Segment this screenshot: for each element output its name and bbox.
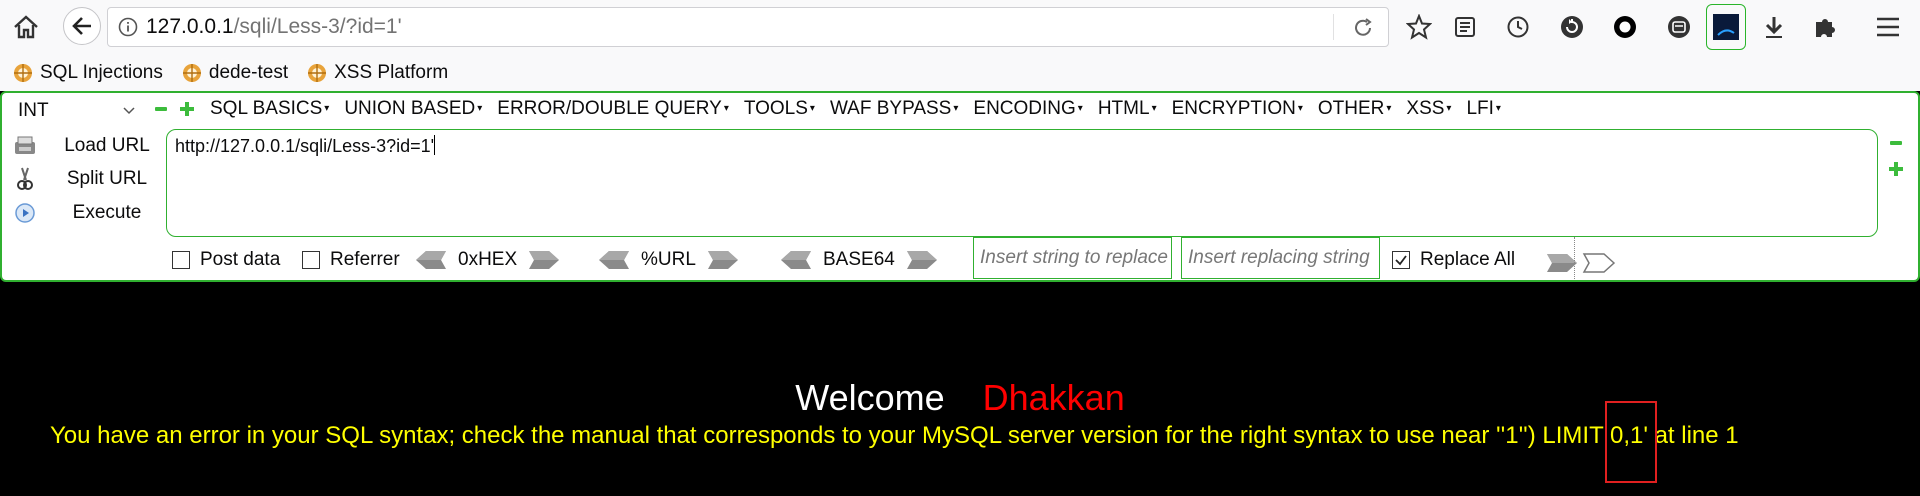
- menu-other[interactable]: OTHER: [1318, 98, 1392, 120]
- menu-sql-basics[interactable]: SQL BASICS: [210, 98, 329, 120]
- right-arrow-icon[interactable]: [706, 250, 740, 270]
- replacing-string-placeholder: Insert replacing string: [1188, 247, 1370, 268]
- url-enc-label: %URL: [641, 249, 696, 270]
- checkbox-box-checked[interactable]: [1392, 251, 1410, 269]
- url-textarea[interactable]: http://127.0.0.1/sqli/Less-3?id=1': [166, 129, 1878, 237]
- bookmark-favicon-icon: [182, 64, 201, 82]
- checkbox-box[interactable]: [302, 251, 320, 269]
- page-content: Welcome Dhakkan You have an error in your…: [0, 282, 1920, 496]
- bookmarks-bar: SQL Injections dede-test XSS Platform: [0, 55, 1920, 91]
- checkmark-icon: [1395, 255, 1407, 266]
- url-encoder: %URL: [597, 249, 740, 271]
- home-icon[interactable]: [8, 9, 44, 45]
- replacing-string-input[interactable]: Insert replacing string: [1181, 237, 1380, 279]
- minus-icon[interactable]: [1888, 135, 1904, 151]
- history-icon[interactable]: [1501, 10, 1535, 44]
- hackbar-menu: SQL BASICS UNION BASED ERROR/DOUBLE QUER…: [210, 98, 1516, 120]
- puzzle-icon[interactable]: [1809, 10, 1843, 44]
- sync-icon[interactable]: [1555, 10, 1589, 44]
- bookmark-label: SQL Injections: [40, 62, 163, 83]
- menu-lfi[interactable]: LFI: [1466, 98, 1500, 120]
- execute-button[interactable]: Execute: [12, 198, 162, 228]
- reload-icon[interactable]: [1352, 17, 1374, 39]
- menu-xss[interactable]: XSS: [1406, 98, 1451, 120]
- load-url-button[interactable]: Load URL: [12, 131, 162, 161]
- extension-active-icon[interactable]: [1706, 4, 1746, 50]
- referrer-checkbox[interactable]: Referrer: [302, 249, 400, 271]
- play-icon: [12, 200, 38, 226]
- screenshot-icon[interactable]: [1662, 10, 1696, 44]
- scissors-icon: [12, 166, 38, 192]
- url-textarea-value: http://127.0.0.1/sqli/Less-3?id=1': [175, 136, 435, 156]
- replace-string-input[interactable]: Insert string to replace: [973, 237, 1172, 279]
- base64-encoder: BASE64: [779, 249, 939, 271]
- url-separator: [1333, 14, 1334, 40]
- type-select[interactable]: INT: [12, 99, 142, 123]
- hackbar-options-row: Post data Referrer 0xHEX %URL BASE64 Ins…: [172, 237, 1912, 279]
- welcome-text: Welcome: [795, 377, 945, 418]
- bookmark-favicon-icon: [308, 64, 327, 82]
- load-url-icon: [12, 133, 38, 159]
- url-text[interactable]: 127.0.0.1/sqli/Less-3/?id=1': [146, 15, 402, 39]
- plus-icon[interactable]: [1888, 161, 1904, 177]
- split-url-label: Split URL: [66, 168, 148, 189]
- base64-label: BASE64: [823, 249, 895, 270]
- plus-icon[interactable]: [179, 101, 195, 117]
- menu-tools[interactable]: TOOLS: [744, 98, 815, 120]
- left-arrow-icon[interactable]: [597, 250, 631, 270]
- url-path: /sqli/Less-3/?id=1': [233, 15, 402, 38]
- back-arrow-icon: [72, 17, 91, 35]
- checkbox-box[interactable]: [172, 251, 190, 269]
- right-arrow-icon[interactable]: [905, 250, 939, 270]
- address-bar[interactable]: 127.0.0.1/sqli/Less-3/?id=1': [107, 7, 1389, 47]
- load-url-label: Load URL: [64, 135, 150, 156]
- menu-waf-bypass[interactable]: WAF BYPASS: [830, 98, 958, 120]
- reading-list-icon[interactable]: [1448, 10, 1482, 44]
- right-arrow-icon[interactable]: [527, 250, 561, 270]
- download-icon[interactable]: [1757, 10, 1791, 44]
- back-button[interactable]: [63, 7, 101, 45]
- menu-icon[interactable]: [1871, 10, 1905, 44]
- info-icon[interactable]: [118, 17, 138, 37]
- text-caret: [434, 135, 436, 155]
- options-separator: [1574, 237, 1575, 279]
- left-arrow-icon[interactable]: [414, 250, 448, 270]
- bookmark-favicon-icon: [14, 64, 32, 82]
- split-url-button[interactable]: Split URL: [12, 164, 162, 194]
- circle-icon[interactable]: [1608, 10, 1642, 44]
- bookmark-star-icon[interactable]: [1402, 10, 1436, 44]
- bookmark-label: XSS Platform: [334, 62, 449, 83]
- replace-all-label: Replace All: [1420, 249, 1516, 270]
- sql-error-message: You have an error in your SQL syntax; ch…: [50, 422, 1739, 449]
- execute-label: Execute: [72, 202, 142, 223]
- hackbar-panel: INT SQL BASICS UNION BASED ERROR/DOUBLE …: [0, 91, 1920, 282]
- bookmark-sql-injections[interactable]: SQL Injections: [12, 62, 163, 84]
- menu-encoding[interactable]: ENCODING: [973, 98, 1082, 120]
- browser-toolbar: 127.0.0.1/sqli/Less-3/?id=1': [0, 0, 1920, 55]
- post-data-checkbox[interactable]: Post data: [172, 249, 280, 271]
- left-arrow-icon[interactable]: [779, 250, 813, 270]
- menu-encryption[interactable]: ENCRYPTION: [1172, 98, 1303, 120]
- referrer-label: Referrer: [330, 249, 400, 270]
- user-name: Dhakkan: [982, 377, 1125, 418]
- hex-label: 0xHEX: [458, 249, 518, 270]
- type-select-value: INT: [18, 100, 49, 121]
- replace-all-checkbox[interactable]: Replace All: [1392, 249, 1515, 271]
- bookmark-dede-test[interactable]: dede-test: [181, 62, 288, 84]
- url-host: 127.0.0.1: [146, 15, 234, 38]
- menu-error-double-query[interactable]: ERROR/DOUBLE QUERY: [497, 98, 729, 120]
- hex-encoder: 0xHEX: [414, 249, 561, 271]
- chevron-down-icon: [123, 107, 135, 115]
- bookmark-xss-platform[interactable]: XSS Platform: [306, 62, 448, 84]
- annotation-highlight-box: [1605, 401, 1657, 483]
- replace-string-placeholder: Insert string to replace: [980, 247, 1168, 268]
- bookmark-label: dede-test: [208, 62, 289, 83]
- menu-union-based[interactable]: UNION BASED: [344, 98, 482, 120]
- post-data-label: Post data: [200, 249, 281, 270]
- menu-html[interactable]: HTML: [1098, 98, 1157, 120]
- replace-outline-arrow-icon[interactable]: [1582, 253, 1616, 273]
- minus-icon[interactable]: [153, 101, 169, 117]
